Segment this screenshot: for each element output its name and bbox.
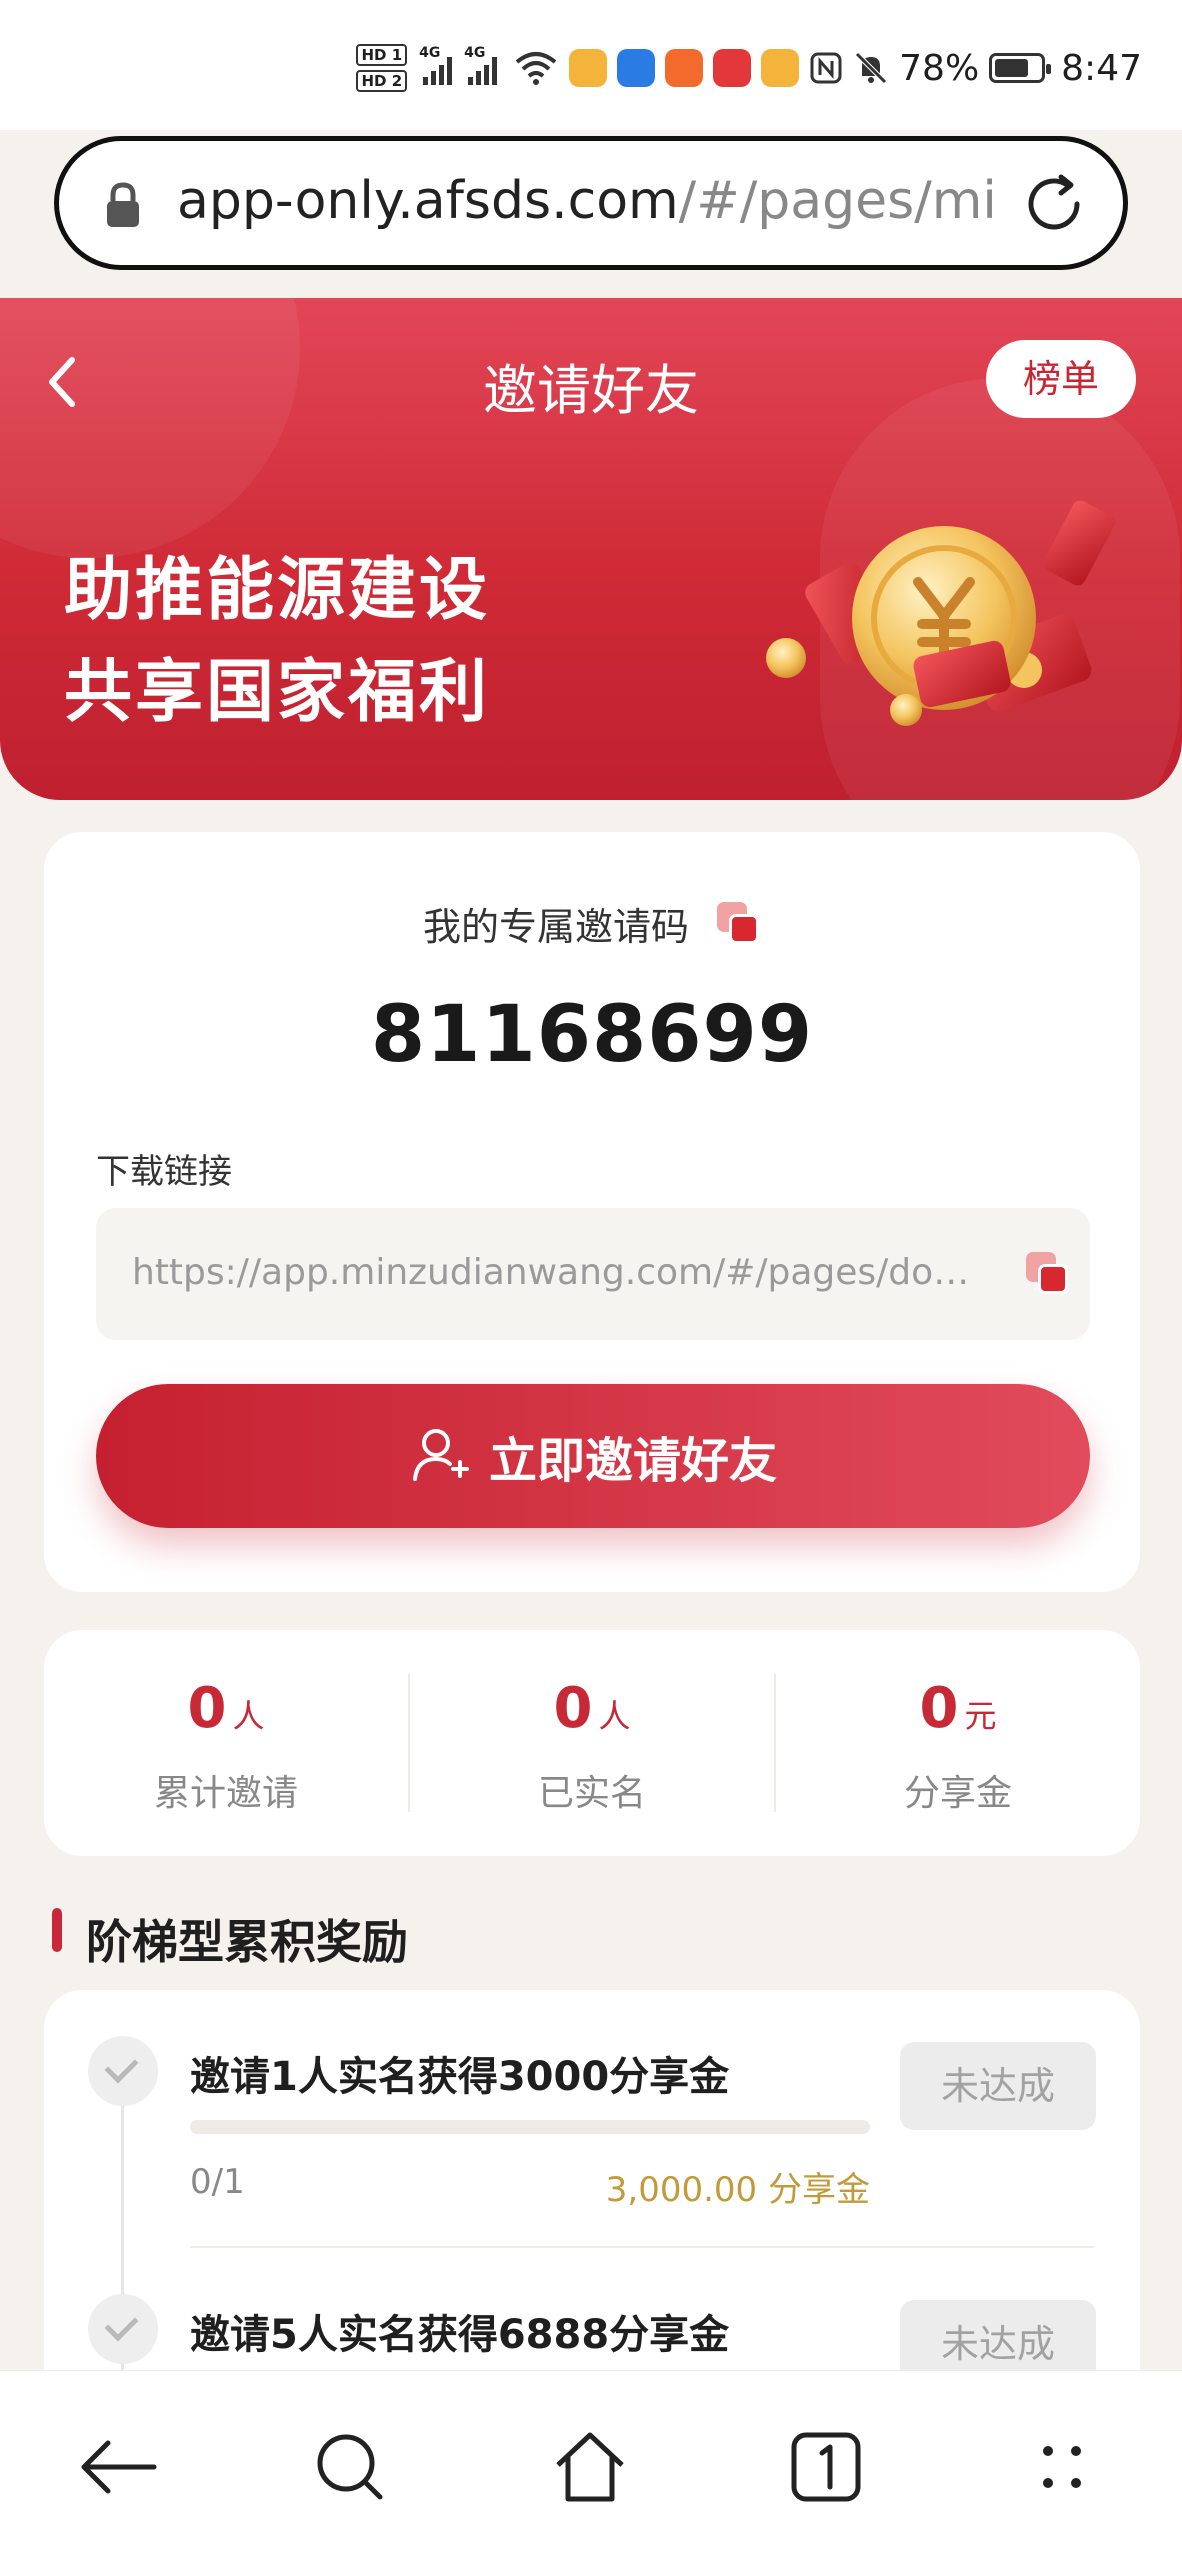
store-app-icon — [665, 49, 704, 87]
url-host: app-only.afsds.com — [177, 171, 679, 231]
divider — [190, 2246, 1094, 2248]
signal-icon: 4G — [419, 45, 453, 85]
copy-code-icon[interactable] — [717, 902, 761, 946]
hero-header: 邀请好友 榜单 助推能源建设 共享国家福利 — [0, 298, 1182, 800]
tier-progress-bar — [190, 2120, 870, 2134]
slogan-line-2: 共享国家福利 — [64, 653, 491, 732]
net2-label: 4G — [464, 45, 486, 61]
section-accent-bar — [52, 1908, 62, 1952]
url-text[interactable]: app-only.afsds.com/#/pages/mi — [177, 171, 1037, 231]
battery-icon — [989, 53, 1052, 83]
invite-code: 81168699 — [370, 990, 814, 1080]
battery-percent: 78% — [899, 47, 980, 89]
tier-title: 邀请1人实名获得3000分享金 — [190, 2054, 730, 2100]
stat-unit: 人 — [232, 1697, 265, 1735]
weather-app-icon — [617, 49, 656, 87]
hd2-label: HD 2 — [356, 70, 408, 92]
reload-icon[interactable] — [1017, 167, 1091, 241]
stat-label: 累计邀请 — [153, 1773, 298, 1814]
url-path: /#/pages/mi — [678, 171, 997, 231]
stat-label: 已实名 — [537, 1773, 646, 1814]
add-user-icon — [412, 1429, 469, 1481]
nfc-icon — [810, 52, 842, 84]
download-link-box[interactable]: https://app.minzudianwang.com/#/pages/do… — [96, 1208, 1090, 1340]
reward-tiers-card: 邀请1人实名获得3000分享金 未达成 0/1 3,000.00 分享金 邀请5… — [44, 1990, 1140, 2410]
invite-friends-button[interactable]: 立即邀请好友 — [96, 1384, 1090, 1528]
coin-red-envelope-illustration — [766, 500, 1115, 726]
tier-progress-text: 0/1 — [190, 2162, 245, 2202]
browser-bottom-nav — [0, 2370, 1182, 2560]
stat-value: 0 — [187, 1676, 227, 1741]
weibo-app-icon — [569, 49, 608, 87]
section-title: 阶梯型累积奖励 — [86, 1915, 408, 1969]
copy-link-icon[interactable] — [1026, 1252, 1070, 1296]
stat-share-money: 0元 分享金 — [776, 1630, 1140, 1856]
search-icon[interactable] — [300, 2417, 400, 2517]
tier-reward-amount: 3,000.00 分享金 — [605, 2170, 870, 2210]
stat-value: 0 — [553, 1676, 593, 1741]
invite-code-label: 我的专属邀请码 — [44, 896, 1140, 951]
address-bar[interactable]: app-only.afsds.com/#/pages/mi — [54, 136, 1128, 270]
status-bar: HD 1 HD 2 4G 4G 78% 8:47 — [0, 0, 1182, 130]
download-link-text: https://app.minzudianwang.com/#/pages/do… — [132, 1252, 992, 1293]
invite-code-label-text: 我的专属邀请码 — [422, 905, 689, 949]
leaderboard-button[interactable]: 榜单 — [986, 340, 1136, 418]
hd1-label: HD 1 — [356, 44, 408, 66]
tier-title: 邀请5人实名获得6888分享金 — [190, 2312, 730, 2358]
hd-badge: HD 1 HD 2 — [356, 44, 408, 92]
download-link-label: 下载链接 — [96, 1152, 232, 1192]
stat-total-invited: 0人 累计邀请 — [44, 1630, 408, 1856]
video-app-icon — [713, 49, 752, 87]
stat-unit: 人 — [598, 1697, 631, 1735]
tabs-icon[interactable] — [776, 2417, 876, 2517]
more-menu-icon[interactable] — [1012, 2417, 1112, 2517]
invite-friends-button-label: 立即邀请好友 — [488, 1433, 777, 1489]
stat-value: 0 — [919, 1676, 959, 1741]
net1-label: 4G — [419, 45, 441, 61]
weibo-app-icon-2 — [761, 49, 800, 87]
stat-unit: 元 — [964, 1697, 997, 1735]
lock-icon — [107, 182, 139, 227]
home-icon[interactable] — [540, 2417, 640, 2517]
check-icon — [88, 2294, 158, 2364]
mute-bell-icon — [855, 52, 887, 84]
wifi-icon — [515, 52, 557, 85]
slogan-line-1: 助推能源建设 — [64, 551, 491, 630]
check-icon — [88, 2036, 158, 2106]
invite-card: 我的专属邀请码 81168699 下载链接 https://app.minzud… — [44, 832, 1140, 1592]
back-arrow-icon[interactable] — [68, 2417, 168, 2517]
signal-icon-2: 4G — [464, 45, 498, 85]
stat-label: 分享金 — [903, 1773, 1012, 1814]
stat-verified: 0人 已实名 — [410, 1630, 774, 1856]
tier-status-button[interactable]: 未达成 — [900, 2042, 1096, 2130]
stats-card: 0人 累计邀请 0人 已实名 0元 分享金 — [44, 1630, 1140, 1856]
clock: 8:47 — [1061, 47, 1142, 89]
